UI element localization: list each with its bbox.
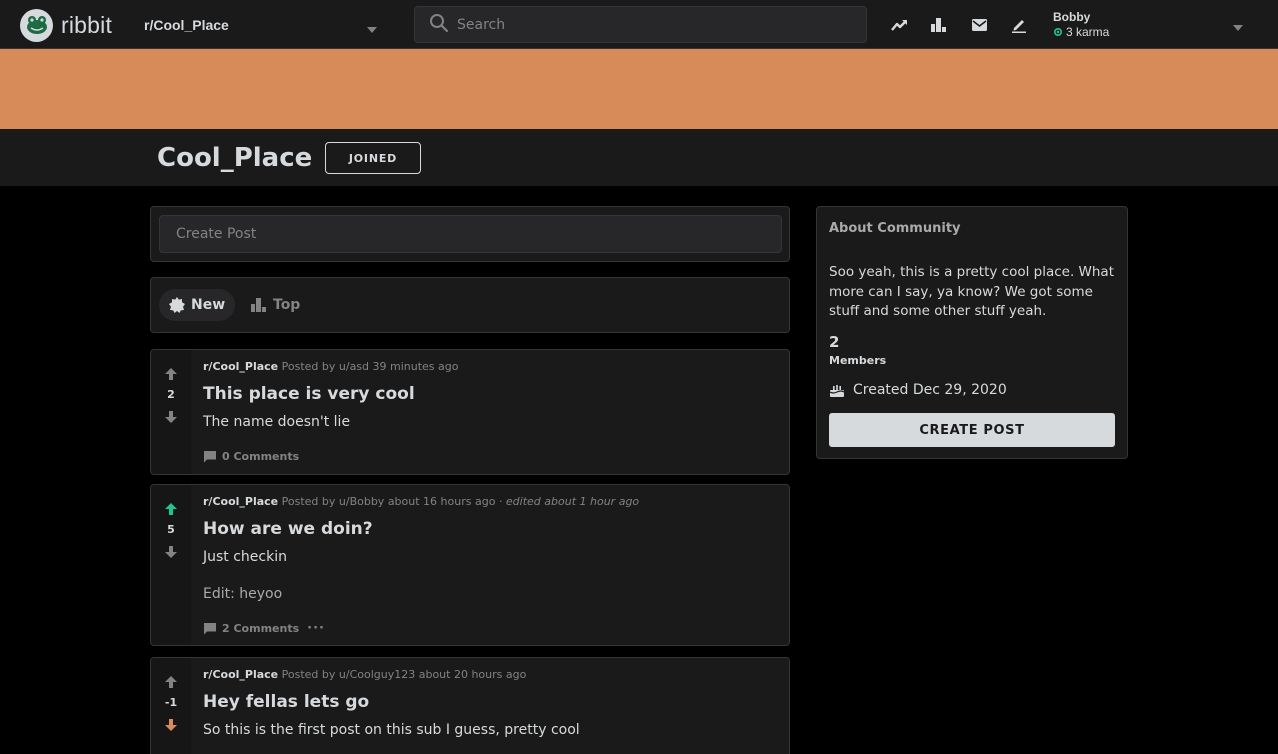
new-badge-icon bbox=[169, 297, 185, 313]
downvote-arrow-icon[interactable] bbox=[163, 717, 179, 733]
vote-column: -1 bbox=[151, 658, 191, 754]
subreddit-selector[interactable]: r/Cool_Place bbox=[140, 8, 390, 42]
members-label: Members bbox=[829, 354, 887, 367]
vote-score: -1 bbox=[164, 696, 178, 709]
post-byline: Posted by u/Coolguy123 about 20 hours ag… bbox=[281, 668, 527, 681]
post-subreddit-link[interactable]: r/Cool_Place bbox=[203, 495, 278, 508]
post-byline: Posted by u/Bobby about 16 hours ago bbox=[281, 495, 496, 508]
upvote-arrow-icon[interactable] bbox=[163, 501, 179, 517]
upvote-arrow-icon[interactable] bbox=[163, 674, 179, 690]
subreddit-selector-label: r/Cool_Place bbox=[144, 17, 229, 33]
community-banner bbox=[0, 49, 1278, 129]
user-menu[interactable]: Bobby 3 karma bbox=[1044, 6, 1258, 43]
cake-icon bbox=[829, 384, 845, 397]
post-card[interactable]: -1 r/Cool_Place Posted by u/Coolguy123 a… bbox=[150, 657, 790, 754]
comment-icon bbox=[204, 451, 216, 463]
sort-new-label: New bbox=[191, 297, 226, 313]
top-chart-icon bbox=[251, 298, 266, 312]
karma-icon bbox=[1053, 27, 1063, 37]
comment-icon bbox=[204, 623, 216, 635]
top-communities-icon[interactable] bbox=[928, 14, 950, 36]
user-karma: 3 karma bbox=[1053, 25, 1109, 39]
comments-button[interactable]: 0 Comments bbox=[203, 450, 299, 463]
vote-column: 5 bbox=[151, 485, 191, 645]
more-options-icon[interactable]: ··· bbox=[307, 621, 325, 636]
create-post-button[interactable]: CREATE POST bbox=[829, 413, 1115, 447]
trending-icon[interactable] bbox=[889, 14, 911, 36]
about-title: About Community bbox=[829, 221, 961, 236]
chevron-down-icon bbox=[366, 20, 378, 39]
joined-button[interactable]: JOINED bbox=[325, 142, 421, 174]
karma-text: 3 karma bbox=[1066, 25, 1110, 39]
comments-count: 2 Comments bbox=[222, 622, 300, 635]
about-description: Soo yeah, this is a pretty cool place. W… bbox=[829, 264, 1115, 319]
create-post-input[interactable] bbox=[159, 215, 782, 253]
post-meta: r/Cool_Place Posted by u/Bobby about 16 … bbox=[203, 495, 639, 508]
sort-bar: New Top bbox=[150, 277, 790, 333]
brand-name: ribbit bbox=[61, 11, 113, 38]
community-header: Cool_Place JOINED bbox=[0, 129, 1278, 186]
about-community-panel: About Community Soo yeah, this is a pret… bbox=[816, 206, 1128, 459]
post-body: The name doesn't lie bbox=[203, 414, 351, 430]
post-meta: r/Cool_Place Posted by u/Coolguy123 abou… bbox=[203, 668, 526, 681]
search-bar[interactable] bbox=[414, 6, 867, 43]
top-navbar: ribbit r/Cool_Place Bobby 3 karma bbox=[0, 0, 1278, 49]
post-title[interactable]: This place is very cool bbox=[203, 384, 415, 404]
post-byline: Posted by u/asd 39 minutes ago bbox=[281, 360, 459, 373]
sort-top-button[interactable]: Top bbox=[247, 289, 304, 321]
downvote-arrow-icon[interactable] bbox=[163, 409, 179, 425]
post-subreddit-link[interactable]: r/Cool_Place bbox=[203, 360, 278, 373]
community-title: Cool_Place bbox=[157, 143, 313, 173]
search-input[interactable] bbox=[457, 16, 837, 33]
vote-score: 5 bbox=[167, 523, 175, 536]
chevron-down-icon bbox=[1232, 18, 1244, 37]
post-body: Just checkin bbox=[203, 549, 287, 565]
create-post-panel bbox=[150, 206, 790, 262]
comments-count: 0 Comments bbox=[222, 450, 300, 463]
post-body-edit: Edit: heyoo bbox=[203, 586, 283, 602]
upvote-arrow-icon[interactable] bbox=[163, 366, 179, 382]
post-edited-note: · edited about 1 hour ago bbox=[498, 495, 640, 508]
mail-icon[interactable] bbox=[968, 14, 990, 36]
home-logo[interactable]: ribbit bbox=[20, 8, 112, 42]
vote-column: 2 bbox=[151, 350, 191, 474]
post-title[interactable]: Hey fellas lets go bbox=[203, 692, 369, 712]
vote-score: 2 bbox=[167, 388, 175, 401]
post-body: So this is the first post on this sub I … bbox=[203, 722, 580, 738]
search-icon bbox=[429, 13, 449, 37]
sort-top-label: Top bbox=[273, 297, 301, 313]
post-title[interactable]: How are we doin? bbox=[203, 519, 373, 539]
created-date-text: Created Dec 29, 2020 bbox=[853, 382, 1007, 398]
post-card[interactable]: 2 r/Cool_Place Posted by u/asd 39 minute… bbox=[150, 349, 790, 475]
sort-new-button[interactable]: New bbox=[159, 289, 236, 321]
frog-logo-icon bbox=[20, 8, 53, 42]
comments-button[interactable]: 2 Comments ··· bbox=[203, 621, 325, 636]
user-name: Bobby bbox=[1053, 10, 1091, 24]
create-post-pencil-icon[interactable] bbox=[1008, 14, 1030, 36]
members-count: 2 bbox=[829, 333, 840, 351]
post-card[interactable]: 5 r/Cool_Place Posted by u/Bobby about 1… bbox=[150, 484, 790, 646]
created-date: Created Dec 29, 2020 bbox=[829, 382, 1007, 398]
downvote-arrow-icon[interactable] bbox=[163, 544, 179, 560]
post-subreddit-link[interactable]: r/Cool_Place bbox=[203, 668, 278, 681]
post-meta: r/Cool_Place Posted by u/asd 39 minutes … bbox=[203, 360, 459, 373]
